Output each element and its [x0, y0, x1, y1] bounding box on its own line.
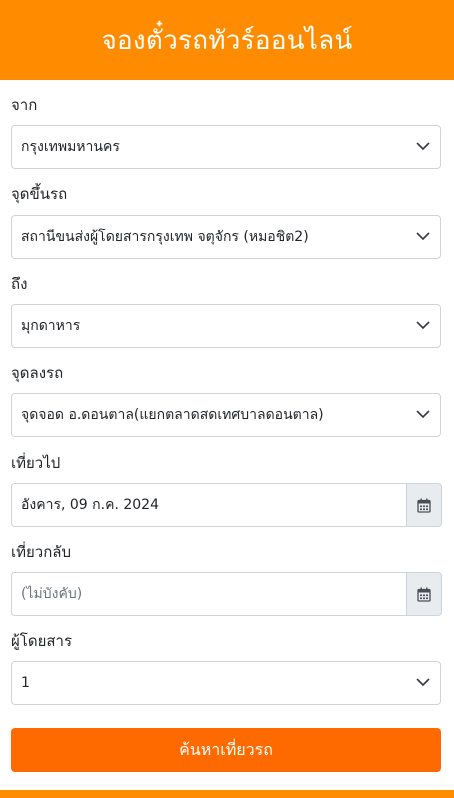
passengers-select[interactable]: 1	[11, 661, 441, 705]
chevron-down-icon	[416, 321, 430, 330]
boarding-select[interactable]: สถานีขนส่งผู้โดยสารกรุงเทพ จตุจักร (หมอช…	[11, 215, 441, 259]
return-calendar-button[interactable]	[406, 572, 442, 616]
origin-select[interactable]: กรุงเทพมหานคร	[11, 125, 441, 169]
origin-label: จาก	[11, 96, 38, 114]
page-title: จองตั๋วรถทัวร์ออนไลน์	[101, 25, 353, 56]
origin-group: จาก กรุงเทพมหานคร	[11, 94, 441, 169]
passengers-group: ผู้โดยสาร 1	[11, 630, 441, 705]
return-date-field: (ไม่บังคับ)	[11, 572, 442, 616]
boarding-label: จุดขึ้นรถ	[11, 185, 68, 203]
return-date-placeholder: (ไม่บังคับ)	[21, 586, 83, 602]
dropoff-group: จุดลงรถ จุดจอด อ.ดอนตาล(แยกตลาดสดเทศบาลด…	[11, 362, 441, 437]
chevron-down-icon	[416, 142, 430, 151]
departure-date-field: อังคาร, 09 ก.ค. 2024	[11, 483, 442, 527]
departure-calendar-button[interactable]	[406, 483, 442, 527]
destination-label: ถึง	[11, 275, 28, 293]
origin-value: กรุงเทพมหานคร	[21, 139, 120, 155]
return-group: เที่ยวกลับ (ไม่บังคับ)	[11, 541, 442, 616]
boarding-group: จุดขึ้นรถ สถานีขนส่งผู้โดยสารกรุงเทพ จตุ…	[11, 183, 441, 259]
chevron-down-icon	[416, 232, 430, 241]
dropoff-label: จุดลงรถ	[11, 364, 64, 382]
calendar-icon	[417, 498, 431, 513]
dropoff-value: จุดจอด อ.ดอนตาล(แยกตลาดสดเทศบาลดอนตาล)	[21, 407, 324, 423]
departure-date-input[interactable]: อังคาร, 09 ก.ค. 2024	[11, 483, 406, 527]
destination-value: มุกดาหาร	[21, 318, 81, 334]
chevron-down-icon	[416, 678, 430, 687]
departure-date-value: อังคาร, 09 ก.ค. 2024	[21, 497, 159, 513]
passengers-label: ผู้โดยสาร	[11, 632, 73, 650]
return-label: เที่ยวกลับ	[11, 543, 72, 561]
footer-bar	[0, 790, 454, 798]
departure-label: เที่ยวไป	[11, 454, 61, 472]
departure-group: เที่ยวไป อังคาร, 09 ก.ค. 2024	[11, 452, 442, 527]
search-trips-button[interactable]: ค้นหาเที่ยวรถ	[11, 728, 441, 772]
boarding-value: สถานีขนส่งผู้โดยสารกรุงเทพ จตุจักร (หมอช…	[21, 229, 309, 245]
return-date-input[interactable]: (ไม่บังคับ)	[11, 572, 406, 616]
page-header: จองตั๋วรถทัวร์ออนไลน์	[0, 0, 454, 80]
chevron-down-icon	[416, 410, 430, 419]
calendar-icon	[417, 587, 431, 602]
passengers-value: 1	[21, 675, 30, 691]
dropoff-select[interactable]: จุดจอด อ.ดอนตาล(แยกตลาดสดเทศบาลดอนตาล)	[11, 393, 441, 437]
destination-group: ถึง มุกดาหาร	[11, 273, 441, 348]
destination-select[interactable]: มุกดาหาร	[11, 304, 441, 348]
